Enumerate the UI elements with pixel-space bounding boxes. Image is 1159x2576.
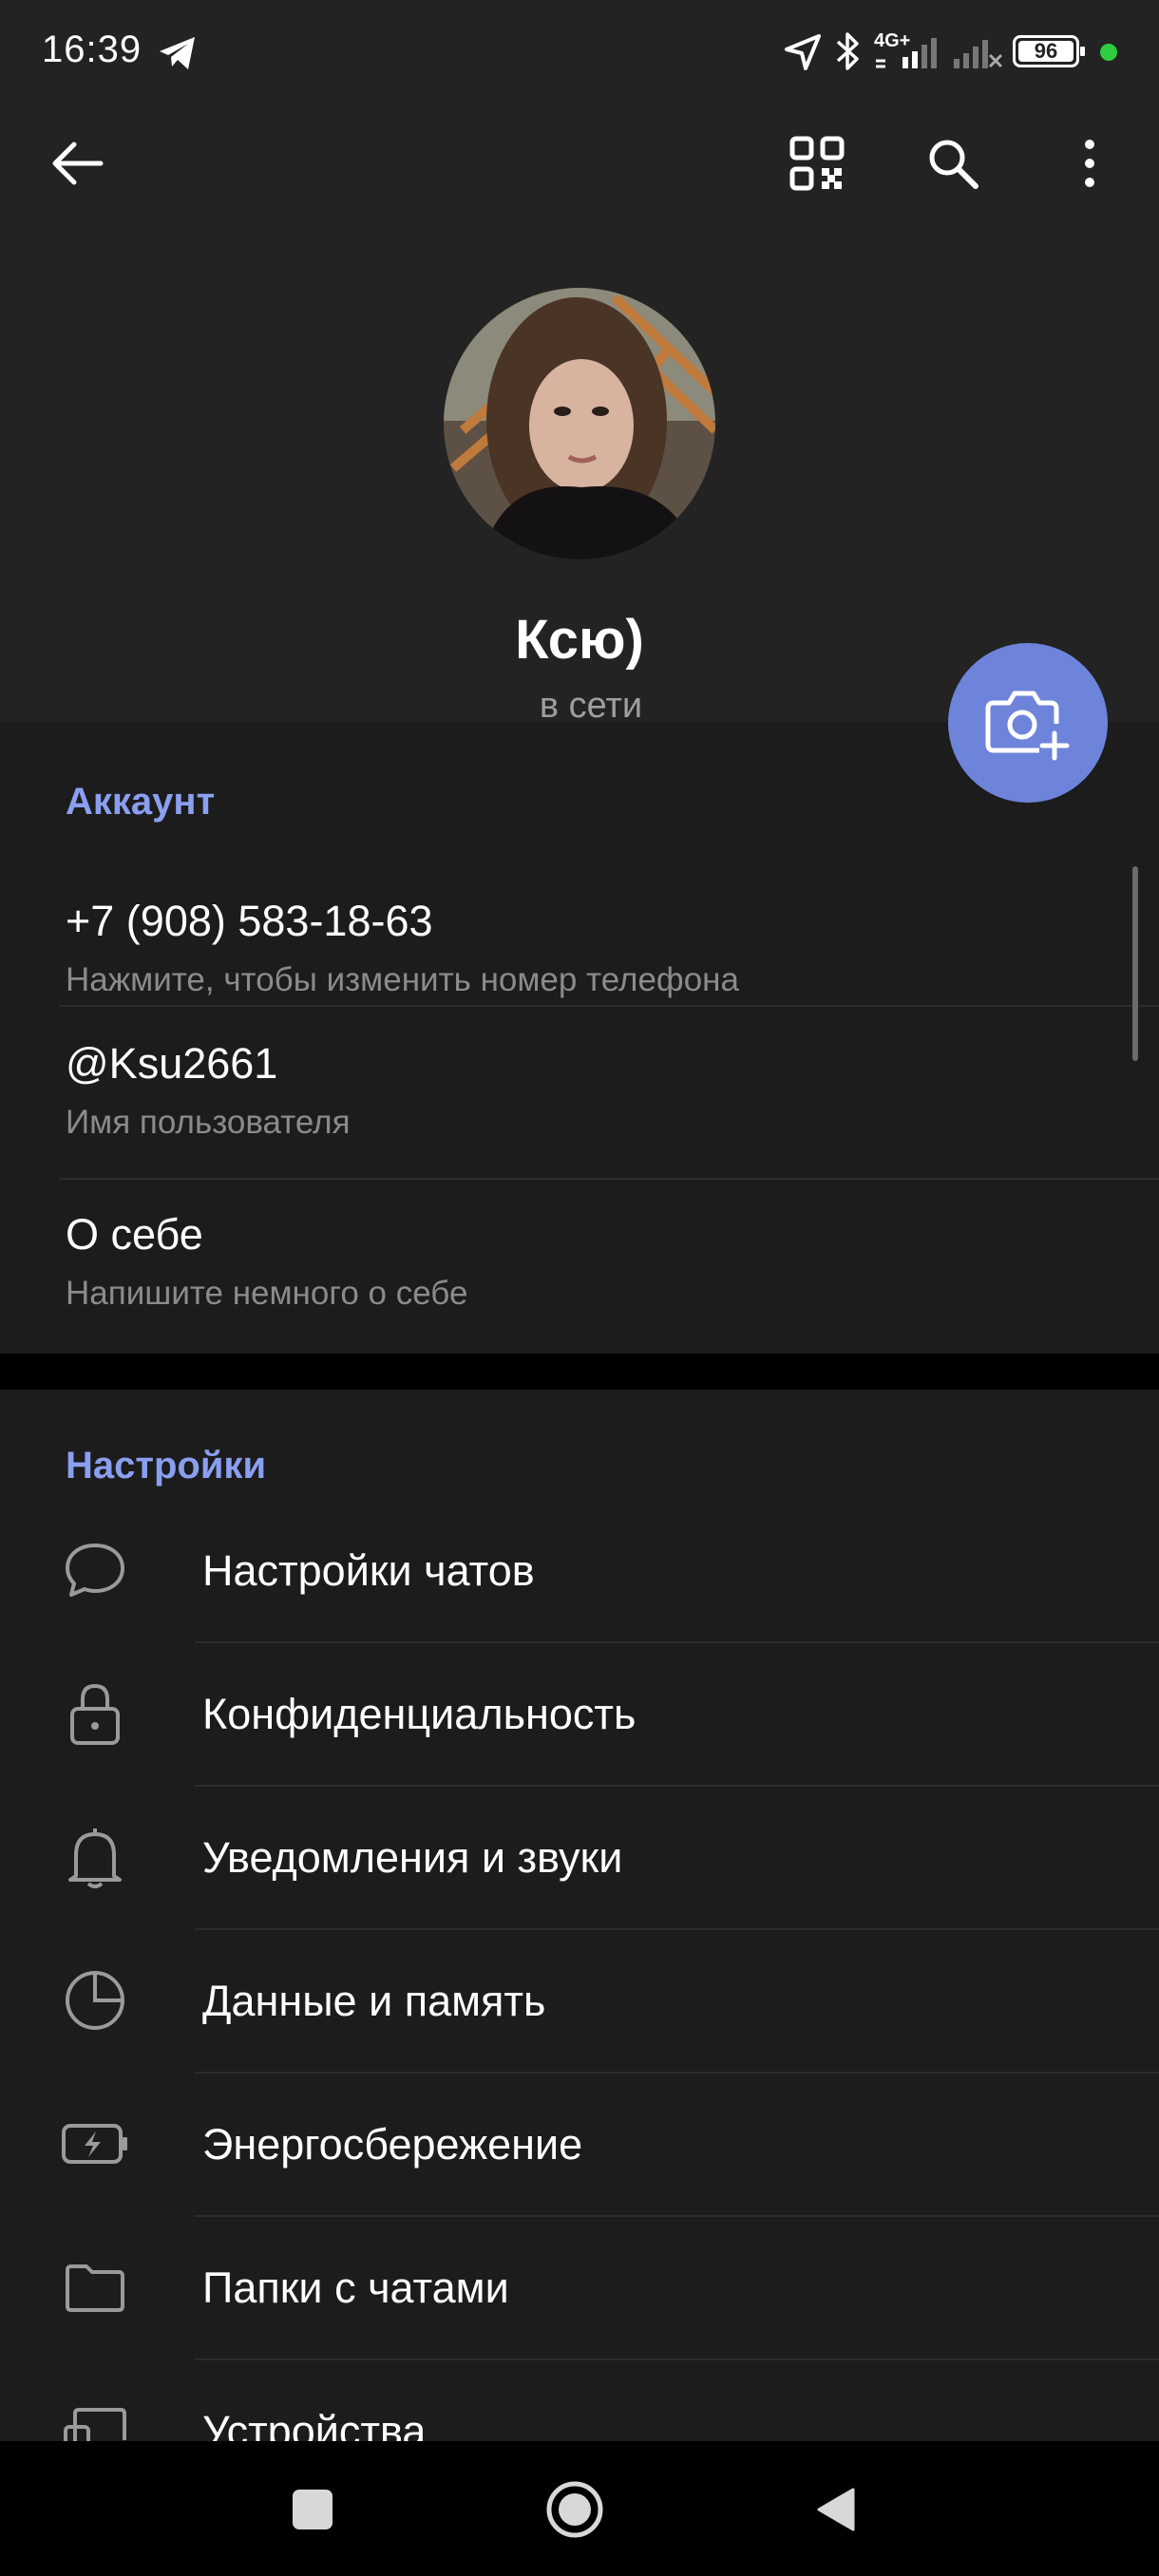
settings-item-chat-folders[interactable]: Папки с чатами [0, 2216, 1159, 2359]
avatar[interactable] [444, 288, 715, 559]
bell-icon [57, 1824, 133, 1890]
username-hint: Имя пользователя [66, 1104, 351, 1141]
section-gap [0, 1354, 1159, 1390]
status-bar: 16:39 4G+ 96 [0, 0, 1159, 104]
more-vertical-icon [1085, 140, 1094, 187]
battery-icon: 96 [1013, 35, 1085, 67]
signal-icon [876, 38, 937, 68]
telegram-settings-screen: 16:39 4G+ 96 Ксю) в сети Аккаунт +7 (908… [0, 0, 1159, 2576]
lock-icon [57, 1680, 133, 1747]
settings-item-data-storage[interactable]: Данные и память [0, 1929, 1159, 2073]
clock-pie-icon [57, 1967, 133, 2034]
online-indicator-dot [1100, 44, 1117, 61]
account-section: Аккаунт +7 (908) 583-18-63 Нажмите, чтоб… [0, 722, 1159, 1354]
folder-icon [57, 2254, 133, 2320]
status-time: 16:39 [42, 28, 142, 70]
settings-item-label: Конфиденциальность [202, 1690, 636, 1738]
phone-number: +7 (908) 583-18-63 [66, 897, 433, 945]
settings-item-chat-settings[interactable]: Настройки чатов [0, 1499, 1159, 1642]
settings-item-notifications[interactable]: Уведомления и звуки [0, 1786, 1159, 1929]
recents-square-icon [293, 2490, 332, 2529]
username: @Ksu2661 [66, 1039, 278, 1088]
qr-code-icon [789, 136, 845, 191]
battery-level: 96 [1034, 39, 1058, 63]
location-icon [785, 34, 821, 70]
phone-number-hint: Нажмите, чтобы изменить номер телефона [66, 961, 739, 998]
search-icon [929, 140, 978, 189]
telegram-icon [160, 37, 195, 69]
set-photo-button[interactable] [948, 643, 1108, 803]
arrow-left-icon [52, 142, 104, 185]
section-title-account: Аккаунт [66, 781, 216, 823]
system-navigation-bar [0, 2441, 1159, 2576]
back-nav-button[interactable] [788, 2462, 884, 2557]
recents-button[interactable] [265, 2462, 360, 2557]
settings-item-label: Энергосбережение [202, 2120, 583, 2169]
home-circle-icon [546, 2481, 603, 2538]
bio-row[interactable]: О себе Напишите немного о себе [0, 1180, 1159, 1353]
settings-item-label: Уведомления и звуки [202, 1833, 623, 1882]
search-button[interactable] [905, 116, 1000, 211]
camera-add-icon [985, 691, 1070, 761]
settings-item-privacy[interactable]: Конфиденциальность [0, 1642, 1159, 1786]
username-row[interactable]: @Ksu2661 Имя пользователя [0, 1007, 1159, 1180]
back-triangle-icon [817, 2488, 855, 2531]
bio-hint: Напишите немного о себе [66, 1275, 468, 1312]
back-button[interactable] [30, 116, 125, 211]
settings-item-label: Настройки чатов [202, 1546, 535, 1595]
section-title-settings: Настройки [66, 1445, 267, 1487]
bio: О себе [66, 1210, 203, 1259]
bluetooth-icon [836, 32, 859, 70]
scrollbar[interactable] [1132, 866, 1138, 1061]
more-options-button[interactable] [1042, 116, 1137, 211]
home-button[interactable] [527, 2462, 622, 2557]
signal-icon [954, 40, 1003, 68]
settings-item-label: Папки с чатами [202, 2263, 509, 2312]
qr-code-button[interactable] [770, 116, 864, 211]
profile-header: Ксю) в сети [0, 104, 1159, 726]
settings-item-label: Данные и память [202, 1977, 546, 2025]
profile-photo [444, 288, 715, 559]
chat-bubble-icon [57, 1537, 133, 1603]
settings-item-power-saving[interactable]: Энергосбережение [0, 2073, 1159, 2216]
settings-section: Настройки Настройки чатов Конфиденциальн… [0, 1390, 1159, 2459]
battery-bolt-icon [57, 2111, 133, 2177]
